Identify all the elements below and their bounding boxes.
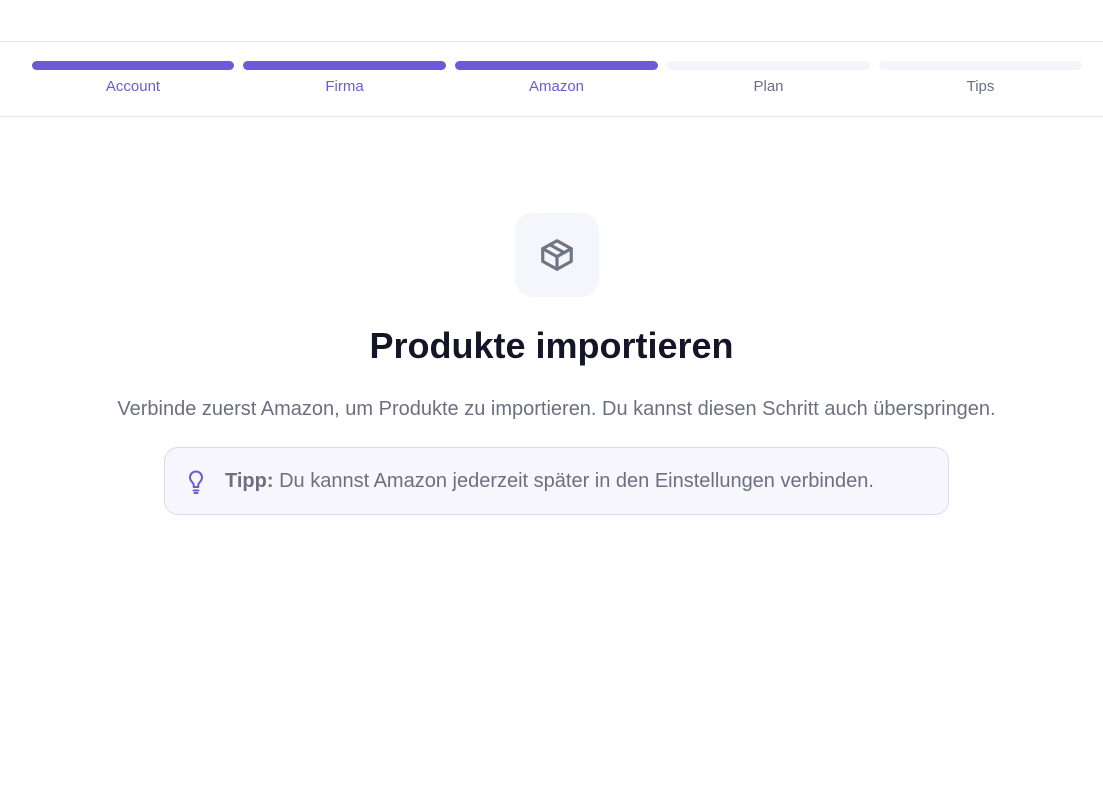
package-icon — [541, 239, 573, 271]
step-amazon[interactable]: Amazon — [455, 42, 658, 116]
package-icon-tile — [515, 213, 599, 297]
onboarding-stepper: Account Firma Amazon Plan Tips — [0, 42, 1103, 117]
step-progress-bar — [667, 61, 870, 70]
tip-box: Tipp: Du kannst Amazon jederzeit später … — [164, 447, 949, 515]
step-plan[interactable]: Plan — [667, 42, 870, 116]
lightbulb-icon — [189, 470, 203, 494]
step-progress-bar — [32, 61, 234, 70]
step-firma[interactable]: Firma — [243, 42, 446, 116]
step-label: Firma — [325, 78, 364, 95]
step-tips[interactable]: Tips — [879, 42, 1082, 116]
page-title: Produkte importieren — [369, 325, 734, 366]
step-progress-bar — [879, 61, 1082, 70]
step-label: Amazon — [528, 78, 585, 95]
top-bar — [0, 0, 1103, 42]
step-account[interactable]: Account — [32, 42, 234, 116]
step-progress-bar — [243, 61, 446, 70]
tip-label: Tipp: — [225, 470, 274, 492]
tip-message: Du kannst Amazon jederzeit später in den… — [273, 470, 874, 492]
step-label: Tips — [966, 78, 995, 95]
page-subtitle: Verbinde zuerst Amazon, um Produkte zu i… — [117, 398, 996, 420]
step-label: Account — [105, 78, 161, 95]
step-progress-bar — [455, 61, 658, 70]
tip-text: Tipp: Du kannst Amazon jederzeit später … — [225, 468, 874, 494]
step-label: Plan — [753, 78, 784, 95]
